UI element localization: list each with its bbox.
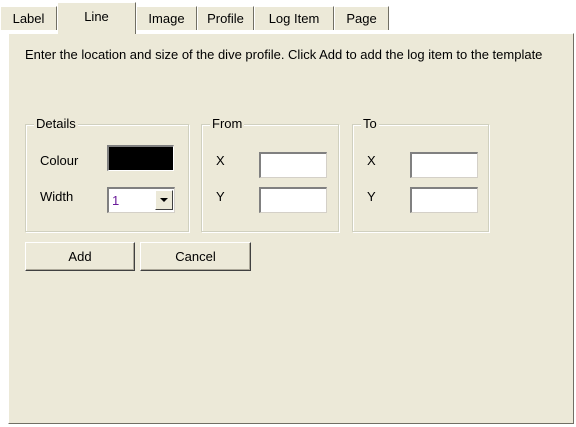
width-label: Width — [40, 189, 74, 204]
colour-picker[interactable] — [107, 145, 174, 171]
to-y-label: Y — [367, 189, 376, 204]
to-x-label: X — [367, 153, 376, 168]
tab-page[interactable]: Page — [334, 6, 389, 30]
width-dropdown-value: 1 — [112, 193, 120, 208]
tab-panel-line: Enter the location and size of the dive … — [8, 33, 574, 424]
from-group-title: From — [210, 116, 245, 132]
from-group: From X Y — [201, 116, 339, 232]
tab-profile[interactable]: Profile — [197, 6, 254, 30]
from-y-label: Y — [216, 189, 225, 204]
from-y-input[interactable] — [259, 187, 327, 213]
tab-line[interactable]: Line — [57, 2, 136, 34]
colour-label: Colour — [40, 153, 79, 168]
chevron-down-icon — [160, 198, 168, 202]
line-item-dialog: Label Line Image Profile Log Item Page E… — [0, 0, 576, 427]
tab-strip: Label Line Image Profile Log Item Page — [0, 0, 576, 34]
from-x-label: X — [216, 153, 225, 168]
tab-log-item[interactable]: Log Item — [254, 6, 334, 30]
cancel-button[interactable]: Cancel — [140, 242, 251, 271]
details-group-title: Details — [34, 116, 78, 132]
to-group: To X Y — [352, 116, 489, 232]
instructions-text: Enter the location and size of the dive … — [25, 47, 543, 62]
tab-label[interactable]: Label — [0, 6, 57, 30]
to-group-title: To — [361, 116, 379, 132]
width-dropdown[interactable]: 1 — [107, 187, 175, 213]
add-button[interactable]: Add — [25, 242, 135, 271]
to-y-input[interactable] — [410, 187, 478, 213]
to-x-input[interactable] — [410, 152, 478, 178]
details-group: Details Colour Width 1 — [25, 116, 189, 232]
width-dropdown-button[interactable] — [155, 190, 173, 210]
tab-image[interactable]: Image — [136, 6, 197, 30]
from-x-input[interactable] — [259, 152, 327, 178]
